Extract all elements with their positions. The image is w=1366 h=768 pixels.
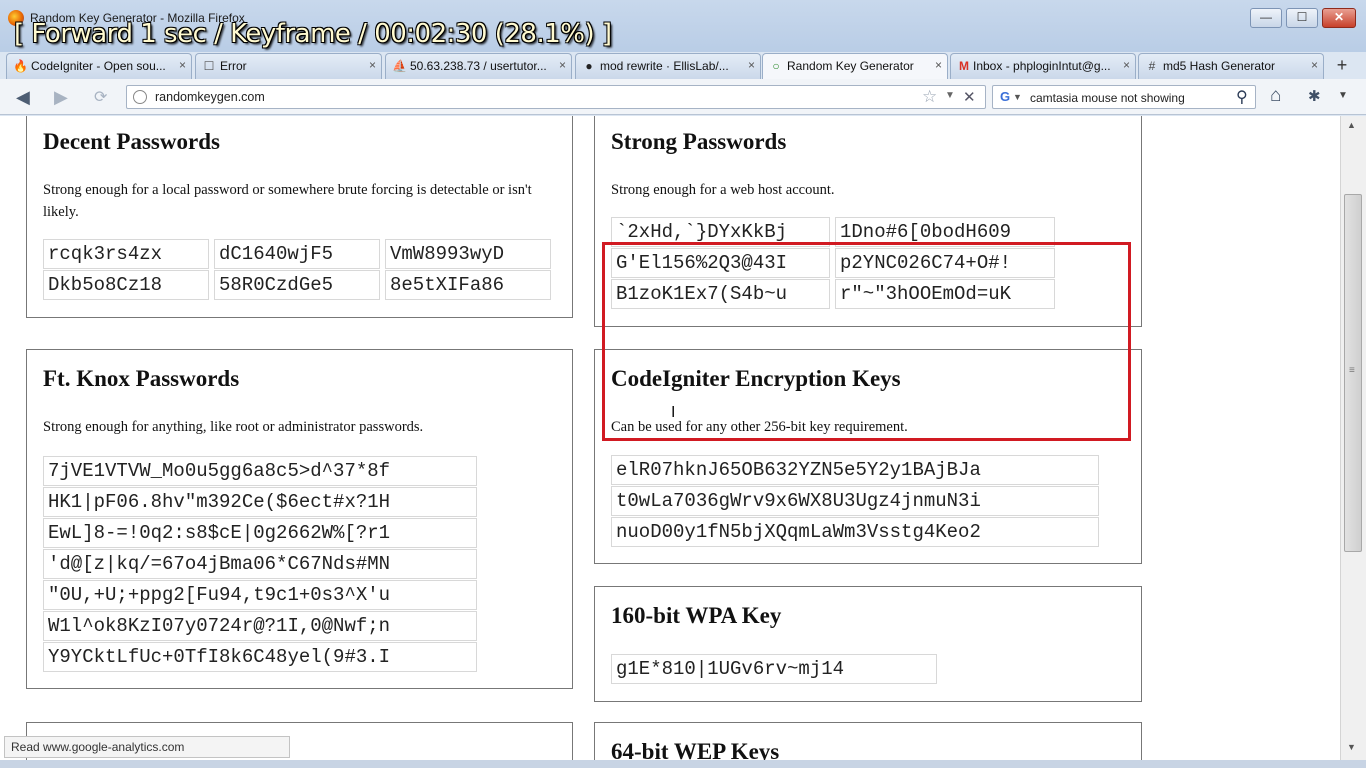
close-icon: ✕ bbox=[1333, 10, 1345, 24]
address-bar[interactable]: randomkeygen.com ☆ ▼ ✕ bbox=[126, 85, 986, 109]
google-icon[interactable]: G bbox=[997, 89, 1013, 105]
password-key[interactable]: "0U,+U;+ppg2[Fu94,t9c1+0s3^X'u bbox=[43, 580, 477, 610]
scroll-up-icon[interactable]: ▲ bbox=[1347, 120, 1356, 130]
tab-close-icon[interactable]: × bbox=[748, 58, 755, 72]
tab-close-icon[interactable]: × bbox=[1123, 58, 1130, 72]
tab-random-key-generator[interactable]: ○ Random Key Generator × bbox=[762, 53, 948, 79]
section-title: Decent Passwords bbox=[43, 129, 220, 154]
scroll-down-icon[interactable]: ▼ bbox=[1347, 742, 1356, 752]
section-title: 160-bit WPA Key bbox=[611, 603, 782, 628]
password-key[interactable]: VmW8993wyD bbox=[385, 239, 551, 269]
vertical-scrollbar[interactable]: ▲ ≡ ▼ bbox=[1340, 116, 1366, 760]
highlight-annotation bbox=[602, 242, 1131, 441]
search-icon[interactable]: ⚲ bbox=[1236, 87, 1248, 107]
menu-dropdown-icon[interactable]: ▼ bbox=[1338, 90, 1348, 101]
history-dropdown-icon[interactable]: ▼ bbox=[945, 90, 955, 101]
section-title: Ft. Knox Passwords bbox=[43, 366, 240, 391]
blank-page-icon: ☐ bbox=[203, 59, 215, 73]
password-key[interactable]: EwL]8-=!0q2:s8$cE|0g2662W%[?r1 bbox=[43, 518, 477, 548]
tab-close-icon[interactable]: × bbox=[559, 58, 566, 72]
tab-mod-rewrite[interactable]: ● mod rewrite · EllisLab/... × bbox=[575, 53, 761, 79]
back-button[interactable]: ◀ bbox=[16, 87, 30, 108]
tab-inbox[interactable]: M Inbox - phploginIntut@g... × bbox=[950, 53, 1136, 79]
password-key[interactable]: rcqk3rs4zx bbox=[43, 239, 209, 269]
forward-button[interactable]: ▶ bbox=[54, 87, 68, 108]
tab-error[interactable]: ☐ Error × bbox=[195, 53, 382, 79]
video-overlay-caption: [ Forward 1 sec / Keyframe / 00:02:30 (2… bbox=[14, 19, 612, 49]
section-title: Strong Passwords bbox=[611, 129, 787, 154]
window-bottom-edge bbox=[0, 760, 1366, 768]
tab-label: Random Key Generator bbox=[787, 59, 914, 73]
tab-bar: 🔥 CodeIgniter - Open sou... × ☐ Error × … bbox=[0, 52, 1366, 79]
search-bar[interactable]: G ▼ camtasia mouse not showing ⚲ bbox=[992, 85, 1256, 109]
encryption-key[interactable]: nuoD00y1fN5bjXQqmLaWm3Vsstg4Keo2 bbox=[611, 517, 1099, 547]
tab-label: Error bbox=[220, 59, 247, 73]
scrollbar-thumb[interactable]: ≡ bbox=[1344, 194, 1362, 552]
section-description: Strong enough for a local password or so… bbox=[43, 182, 532, 220]
wpa-key[interactable]: g1E*810|1UGv6rv~mj14 bbox=[611, 654, 937, 684]
md5-icon: # bbox=[1148, 59, 1156, 73]
navigation-toolbar: ◀ ▶ ⟳ randomkeygen.com ☆ ▼ ✕ G ▼ camtasi… bbox=[0, 79, 1366, 115]
section-description: Strong enough for a web host account. bbox=[611, 182, 835, 198]
github-icon: ● bbox=[585, 59, 593, 73]
close-window-button[interactable]: ✕ bbox=[1322, 8, 1356, 28]
tab-close-icon[interactable]: × bbox=[1311, 58, 1318, 72]
bookmark-star-icon[interactable]: ☆ bbox=[922, 87, 937, 107]
password-key[interactable]: Y9YCktLfUc+0TfI8k6C48yel(9#3.I bbox=[43, 642, 477, 672]
tab-label: Inbox - phploginIntut@g... bbox=[973, 59, 1111, 73]
section-title: 64-bit WEP Keys bbox=[611, 739, 780, 760]
globe-icon bbox=[133, 90, 147, 104]
password-key[interactable]: 58R0CzdGe5 bbox=[214, 270, 380, 300]
window-titlebar: Random Key Generator - Mozilla Firefox [… bbox=[0, 0, 1366, 52]
decent-passwords-card: Decent Passwords Strong enough for a loc… bbox=[26, 116, 573, 318]
tab-label: 50.63.238.73 / usertutor... bbox=[410, 59, 547, 73]
password-key[interactable]: 8e5tXIFa86 bbox=[385, 270, 551, 300]
search-engine-dropdown-icon[interactable]: ▼ bbox=[1013, 92, 1022, 102]
wpa-key-card: 160-bit WPA Key g1E*810|1UGv6rv~mj14 bbox=[594, 586, 1142, 702]
tab-label: mod rewrite · EllisLab/... bbox=[600, 59, 729, 73]
maximize-icon: ☐ bbox=[1296, 10, 1308, 24]
wep-keys-card: 64-bit WEP Keys bbox=[594, 722, 1142, 760]
ft-knox-passwords-card: Ft. Knox Passwords Strong enough for any… bbox=[26, 349, 573, 689]
minimize-icon: — bbox=[1260, 10, 1272, 24]
home-button[interactable]: ⌂ bbox=[1270, 85, 1281, 107]
encryption-key[interactable]: t0wLa7036gWrv9x6WX8U3Ugz4jnmuN3i bbox=[611, 486, 1099, 516]
tab-codeigniter[interactable]: 🔥 CodeIgniter - Open sou... × bbox=[6, 53, 192, 79]
text-cursor-icon: I bbox=[671, 404, 676, 421]
password-key[interactable]: HK1|pF06.8hv"m392Ce($6ect#x?1H bbox=[43, 487, 477, 517]
search-input[interactable]: camtasia mouse not showing bbox=[1030, 91, 1185, 105]
tab-label: CodeIgniter - Open sou... bbox=[31, 59, 166, 73]
codeigniter-icon: 🔥 bbox=[13, 59, 28, 73]
password-key[interactable]: dC1640wjF5 bbox=[214, 239, 380, 269]
addon-icon[interactable]: ✱ bbox=[1308, 87, 1321, 105]
status-bar: Read www.google-analytics.com bbox=[4, 736, 290, 758]
reload-button[interactable]: ⟳ bbox=[94, 87, 107, 107]
grip-icon: ≡ bbox=[1349, 365, 1355, 376]
phpmyadmin-icon: ⛵ bbox=[392, 59, 407, 73]
minimize-button[interactable]: — bbox=[1250, 8, 1282, 28]
section-description: Strong enough for anything, like root or… bbox=[43, 419, 424, 435]
tab-phpmyadmin[interactable]: ⛵ 50.63.238.73 / usertutor... × bbox=[385, 53, 572, 79]
tab-md5-hash-generator[interactable]: # md5 Hash Generator × bbox=[1138, 53, 1324, 79]
tab-close-icon[interactable]: × bbox=[369, 58, 376, 72]
encryption-key[interactable]: elR07hknJ65OB632YZN5e5Y2y1BAjBJa bbox=[611, 455, 1099, 485]
password-key[interactable]: 7jVE1VTVW_Mo0u5gg6a8c5>d^37*8f bbox=[43, 456, 477, 486]
tab-close-icon[interactable]: × bbox=[179, 58, 186, 72]
stop-button[interactable]: ✕ bbox=[963, 88, 976, 106]
password-key[interactable]: 'd@[z|kq/=67o4jBma06*C67Nds#MN bbox=[43, 549, 477, 579]
new-tab-button[interactable]: + bbox=[1327, 54, 1357, 78]
tab-label: md5 Hash Generator bbox=[1163, 59, 1276, 73]
gmail-icon: M bbox=[959, 59, 969, 73]
password-key[interactable]: W1l^ok8KzI07y0724r@?1I,0@Nwf;n bbox=[43, 611, 477, 641]
url-text[interactable]: randomkeygen.com bbox=[155, 90, 265, 104]
maximize-button[interactable]: ☐ bbox=[1286, 8, 1318, 28]
loading-icon: ○ bbox=[772, 59, 780, 73]
password-key[interactable]: Dkb5o8Cz18 bbox=[43, 270, 209, 300]
tab-close-icon[interactable]: × bbox=[935, 58, 942, 72]
